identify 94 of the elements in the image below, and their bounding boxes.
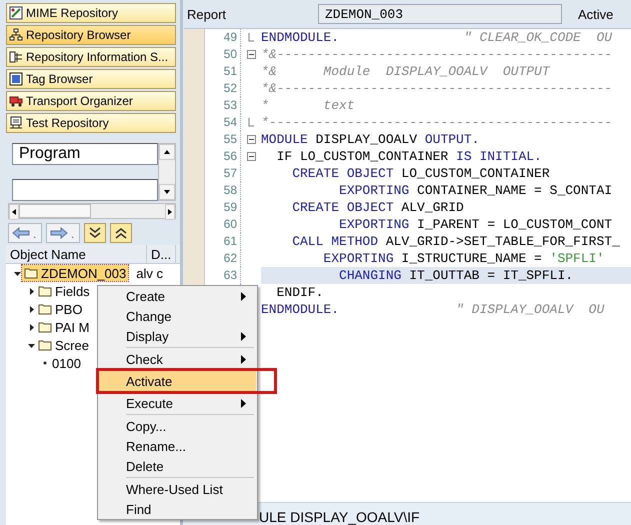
line-number: 59 — [184, 199, 241, 216]
code-line: CREATE OBJECT LO_CUSTOM_CONTAINER — [291, 165, 551, 182]
menu-item[interactable]: Create — [99, 286, 256, 306]
code-line: IF LO_CUSTOM_CONTAINER IS INITIAL. — [276, 148, 543, 165]
tree-node[interactable]: ZDEMON_003 — [22, 265, 128, 281]
menu-item[interactable]: Delete — [99, 456, 256, 476]
line-number: 63 — [184, 267, 241, 284]
fold-end-icon — [248, 118, 254, 127]
horizontal-scrollbar[interactable] — [8, 203, 176, 219]
vertical-scrollbar[interactable] — [158, 143, 176, 201]
navigation-button[interactable]: Tag Browser — [6, 69, 176, 89]
code-line: MODULE DISPLAY_OOALV OUTPUT. — [261, 131, 480, 148]
code-line: *-------------------------------------------- — [261, 114, 614, 131]
navigation-button[interactable]: Transport Organizer — [6, 91, 176, 111]
menu-item[interactable]: Change — [99, 306, 256, 326]
line-number: 58 — [184, 182, 241, 199]
line-number: 50 — [184, 46, 241, 63]
expand-all-icon — [88, 226, 102, 240]
object-name-field[interactable] — [12, 179, 158, 201]
truck-icon — [9, 94, 23, 108]
folder-icon — [38, 338, 52, 352]
code-line: *&------------------------------------------- — [261, 46, 614, 63]
navigation-button[interactable]: MIME Repository — [6, 3, 176, 23]
line-number: 60 — [184, 216, 241, 233]
line-number: 49 — [184, 29, 241, 46]
scroll-left-icon — [10, 208, 18, 216]
monitor-icon — [9, 116, 23, 130]
code-line: *&------------------------------------------- — [261, 80, 614, 97]
back-button[interactable] — [8, 223, 42, 243]
tree-node[interactable]: Fields — [36, 283, 92, 299]
menu-item[interactable]: Display — [99, 326, 256, 346]
scrollbar-thumb[interactable] — [19, 204, 91, 218]
hierarchy-icon — [9, 28, 23, 42]
line-number: 62 — [184, 250, 241, 267]
line-number: 53 — [184, 97, 241, 114]
code-line: ENDIF. — [276, 284, 324, 301]
navigation-button[interactable]: Test Repository — [6, 113, 176, 133]
line-number: 51 — [184, 63, 241, 80]
report-name-field[interactable]: ZDEMON_003 — [318, 4, 562, 24]
menu-item[interactable]: Find — [99, 499, 256, 519]
line-number: 55 — [184, 131, 241, 148]
status-text: ULE DISPLAY_OOALV\IF — [259, 509, 420, 525]
expand-all-button[interactable] — [84, 223, 106, 243]
navigation-button[interactable]: Repository Information S... — [6, 47, 176, 67]
back-icon — [12, 226, 38, 240]
menu-item[interactable]: Activate — [99, 371, 256, 391]
collapse-icon — [246, 152, 256, 161]
forward-button[interactable] — [46, 223, 80, 243]
folder-icon — [38, 320, 52, 334]
collapse-icon — [246, 50, 256, 59]
folder-icon — [38, 284, 52, 298]
code-line: ENDMODULE. " CLEAR_OK_CODE OU — [261, 29, 614, 46]
line-number: 56 — [184, 148, 241, 165]
menu-item[interactable]: Where-Used List — [99, 479, 256, 499]
object-type-field[interactable]: Program — [12, 143, 158, 165]
tree-node[interactable]: PAI M — [36, 319, 92, 335]
fold-end-icon — [248, 33, 254, 42]
bullet-icon — [43, 361, 47, 365]
scroll-down-icon — [163, 188, 171, 196]
line-number: 54 — [184, 114, 241, 131]
scroll-right-icon — [166, 208, 174, 216]
scroll-up-icon — [163, 148, 171, 156]
forward-icon — [50, 226, 76, 240]
collapse-all-button[interactable] — [110, 223, 132, 243]
menu-item[interactable]: Copy... — [99, 416, 256, 436]
menu-item[interactable]: Check — [99, 349, 256, 369]
report-label: Report — [187, 6, 228, 22]
code-line: *& Module DISPLAY_OOALV OUTPUT — [261, 63, 552, 80]
menu-item[interactable]: Execute — [99, 393, 256, 413]
tree-node-description: alv c — [136, 266, 163, 280]
line-number: 52 — [184, 80, 241, 97]
tree-node[interactable]: PBO — [36, 301, 84, 317]
line-number: 57 — [184, 165, 241, 182]
code-line: ENDMODULE. " DISPLAY_OOALV OU — [261, 301, 606, 318]
navigation-button[interactable]: Repository Browser — [6, 25, 176, 45]
status-label: Active — [578, 6, 614, 22]
menu-item[interactable]: Rename... — [99, 436, 256, 456]
folder-icon — [24, 266, 38, 280]
edit-icon — [9, 6, 23, 20]
collapse-all-icon — [114, 226, 128, 240]
code-line: CREATE OBJECT ALV_GRID — [291, 199, 465, 216]
column-header: Object Name — [6, 245, 147, 263]
line-number: 61 — [184, 233, 241, 250]
tree-node[interactable]: 0100 — [50, 355, 83, 371]
code-line: * text — [261, 97, 356, 114]
code-line: EXPORTING I_PARENT = LO_CUSTOM_CONT — [338, 216, 614, 233]
code-line: EXPORTING I_STRUCTURE_NAME = 'SPFLI' — [322, 250, 606, 267]
code-line: CALL METHOD ALV_GRID->SET_TABLE_FOR_FIRST_ — [291, 233, 621, 250]
tree-node[interactable]: Scree — [36, 337, 91, 353]
collapse-icon — [246, 135, 256, 144]
page-icon — [9, 72, 23, 86]
folder-icon — [38, 302, 52, 316]
column-header: D... — [147, 245, 176, 263]
code-line: EXPORTING CONTAINER_NAME = S_CONTAI — [338, 182, 614, 199]
